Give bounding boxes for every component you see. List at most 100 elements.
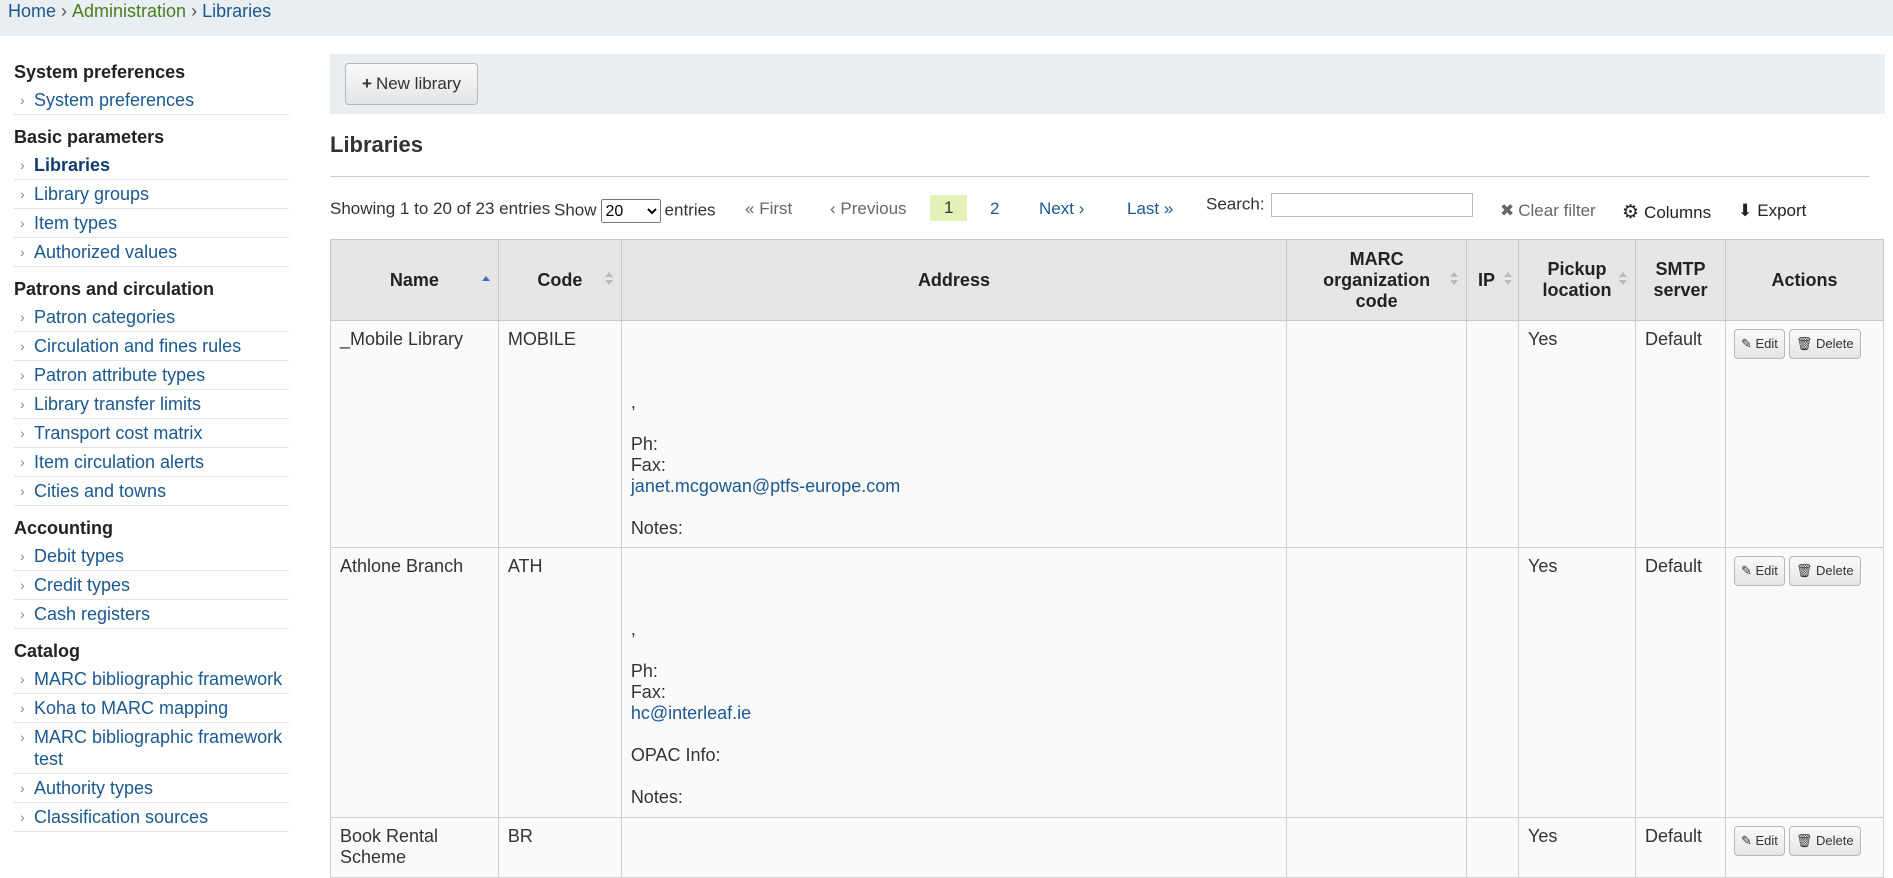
sidebar-item-cities-and-towns[interactable]: Cities and towns	[14, 477, 289, 506]
sidebar-link[interactable]: Authorized values	[34, 242, 177, 262]
sidebar-item-library-groups[interactable]: Library groups	[14, 180, 289, 209]
pagination-page-2[interactable]: 2	[990, 199, 999, 219]
page-title: Libraries	[330, 132, 1870, 177]
sidebar-item-patron-attribute-types[interactable]: Patron attribute types	[14, 361, 289, 390]
export-label: Export	[1757, 201, 1807, 220]
admin-sidebar: System preferences System preferences Ba…	[14, 58, 289, 840]
edit-label: Edit	[1755, 833, 1778, 848]
sidebar-link[interactable]: Classification sources	[34, 807, 208, 827]
sidebar-link[interactable]: Debit types	[34, 546, 124, 566]
sidebar-link[interactable]: MARC bibliographic framework	[34, 669, 282, 689]
delete-button[interactable]: 🗑 Delete	[1788, 329, 1861, 359]
pagination-first[interactable]: « First	[745, 199, 792, 219]
sidebar-item-libraries[interactable]: Libraries	[14, 151, 289, 180]
sidebar-link[interactable]: Patron attribute types	[34, 365, 205, 385]
sidebar-item-debit-types[interactable]: Debit types	[14, 542, 289, 571]
cell-name: _Mobile Library	[330, 320, 499, 548]
edit-button[interactable]: ✎ Edit	[1733, 556, 1785, 586]
sidebar-item-credit-types[interactable]: Credit types	[14, 571, 289, 600]
trash-icon: 🗑	[1795, 336, 1813, 351]
column-header-label: location	[1542, 280, 1612, 300]
address-comma: ,	[630, 392, 636, 412]
table-body: _Mobile Library MOBILE , Ph: Fax: janet.…	[330, 320, 1885, 878]
sidebar-link[interactable]: System preferences	[34, 90, 194, 110]
column-header-label: MARC	[1349, 248, 1404, 269]
table-controls: Showing 1 to 20 of 23 entries Show 20 entr…	[330, 177, 1885, 241]
cell-actions: ✎ Edit 🗑 Delete	[1724, 547, 1885, 818]
page-length-select[interactable]: 20	[600, 199, 661, 223]
sidebar-item-authority-types[interactable]: Authority types	[14, 774, 289, 803]
sidebar-item-patron-categories[interactable]: Patron categories	[14, 303, 289, 332]
cell-name: Book Rental Scheme	[330, 817, 499, 878]
sidebar-item-item-types[interactable]: Item types	[14, 209, 289, 238]
sidebar-link[interactable]: Item types	[34, 213, 117, 233]
sidebar-link[interactable]: Libraries	[34, 155, 110, 175]
column-header-code[interactable]: Code	[497, 239, 622, 321]
breadcrumb-home[interactable]: Home	[8, 1, 56, 21]
sidebar-link[interactable]: Cities and towns	[34, 481, 166, 501]
column-header-actions: Actions	[1724, 239, 1885, 321]
sidebar-link[interactable]: Item circulation alerts	[34, 452, 204, 472]
column-header-label: code	[1355, 290, 1398, 311]
columns-button[interactable]: ⚙ Columns	[1622, 201, 1711, 224]
sidebar-link[interactable]: Koha to MARC mapping	[34, 698, 228, 718]
address-opac-info: OPAC Info:	[630, 745, 721, 765]
sidebar-item-classification-sources[interactable]: Classification sources	[14, 803, 289, 832]
address-comma: ,	[630, 619, 636, 639]
sidebar-link[interactable]: Transport cost matrix	[34, 423, 202, 443]
sidebar-link[interactable]: Library groups	[34, 184, 149, 204]
column-header-label: Name	[389, 269, 439, 290]
sidebar-heading-basic-parameters: Basic parameters	[14, 127, 165, 147]
sidebar-item-item-circulation-alerts[interactable]: Item circulation alerts	[14, 448, 289, 477]
sidebar-link[interactable]: MARC bibliographic framework test	[34, 727, 282, 769]
sidebar-link[interactable]: Authority types	[34, 778, 153, 798]
sidebar-item-koha-marc-mapping[interactable]: Koha to MARC mapping	[14, 694, 289, 723]
sidebar-link[interactable]: Credit types	[34, 575, 130, 595]
sidebar-item-library-transfer-limits[interactable]: Library transfer limits	[14, 390, 289, 419]
sidebar-item-transport-cost-matrix[interactable]: Transport cost matrix	[14, 419, 289, 448]
sidebar-link[interactable]: Circulation and fines rules	[34, 336, 241, 356]
column-header-name[interactable]: Name	[330, 239, 499, 321]
sidebar-heading-patrons-circulation: Patrons and circulation	[14, 279, 215, 299]
address-email-link[interactable]: janet.mcgowan@ptfs-europe.com	[631, 476, 900, 496]
delete-label: Delete	[1816, 833, 1854, 848]
sidebar-item-system-preferences[interactable]: System preferences	[14, 86, 289, 115]
toolbar: + New library	[330, 54, 1885, 114]
column-header-pickup-location[interactable]: Pickup location	[1518, 239, 1636, 321]
pagination-next[interactable]: Next ›	[1039, 199, 1084, 219]
edit-button[interactable]: ✎ Edit	[1733, 329, 1785, 359]
edit-button[interactable]: ✎ Edit	[1733, 826, 1785, 856]
sidebar-item-marc-framework[interactable]: MARC bibliographic framework	[14, 665, 289, 694]
clear-filter-button[interactable]: ✖ Clear filter	[1500, 201, 1596, 221]
sidebar-link[interactable]: Cash registers	[34, 604, 150, 624]
sidebar-item-authorized-values[interactable]: Authorized values	[14, 238, 289, 267]
sidebar-link[interactable]: Library transfer limits	[34, 394, 201, 414]
sidebar-item-circulation-fines-rules[interactable]: Circulation and fines rules	[14, 332, 289, 361]
sidebar-item-marc-framework-test[interactable]: MARC bibliographic framework test	[14, 723, 289, 774]
cell-address: , Ph: Fax: janet.mcgowan@ptfs-europe.com…	[620, 320, 1288, 548]
delete-button[interactable]: 🗑 Delete	[1788, 826, 1861, 856]
column-header-ip[interactable]: IP	[1466, 239, 1520, 321]
cell-ip	[1466, 547, 1520, 818]
delete-button[interactable]: 🗑 Delete	[1788, 556, 1861, 586]
table-row: _Mobile Library MOBILE , Ph: Fax: janet.…	[330, 320, 1885, 548]
sidebar-item-cash-registers[interactable]: Cash registers	[14, 600, 289, 629]
export-button[interactable]: ⬇ Export	[1738, 201, 1806, 221]
breadcrumb-libraries[interactable]: Libraries	[202, 1, 271, 21]
column-header-label: Actions	[1771, 269, 1838, 290]
pagination-next-label: Next	[1039, 199, 1074, 218]
table-row: Athlone Branch ATH , Ph: Fax: hc@interle…	[330, 547, 1885, 818]
sidebar-link[interactable]: Patron categories	[34, 307, 175, 327]
breadcrumb-administration[interactable]: Administration	[72, 1, 186, 21]
pagination-last[interactable]: Last »	[1127, 199, 1173, 219]
trash-icon: 🗑	[1795, 563, 1813, 578]
pagination-page-1[interactable]: 1	[930, 195, 968, 221]
pagination-previous[interactable]: ‹ Previous	[830, 199, 907, 219]
address-email-link[interactable]: hc@interleaf.ie	[631, 703, 751, 723]
breadcrumb: Home › Administration › Libraries	[0, 0, 1893, 36]
table-row: Book Rental Scheme BR Yes Default ✎ Edit…	[330, 817, 1885, 878]
close-icon: ✖	[1500, 201, 1515, 220]
new-library-button[interactable]: + New library	[345, 63, 478, 105]
column-header-marc-org-code[interactable]: MARC organization code	[1286, 239, 1468, 321]
search-input[interactable]	[1270, 193, 1473, 217]
